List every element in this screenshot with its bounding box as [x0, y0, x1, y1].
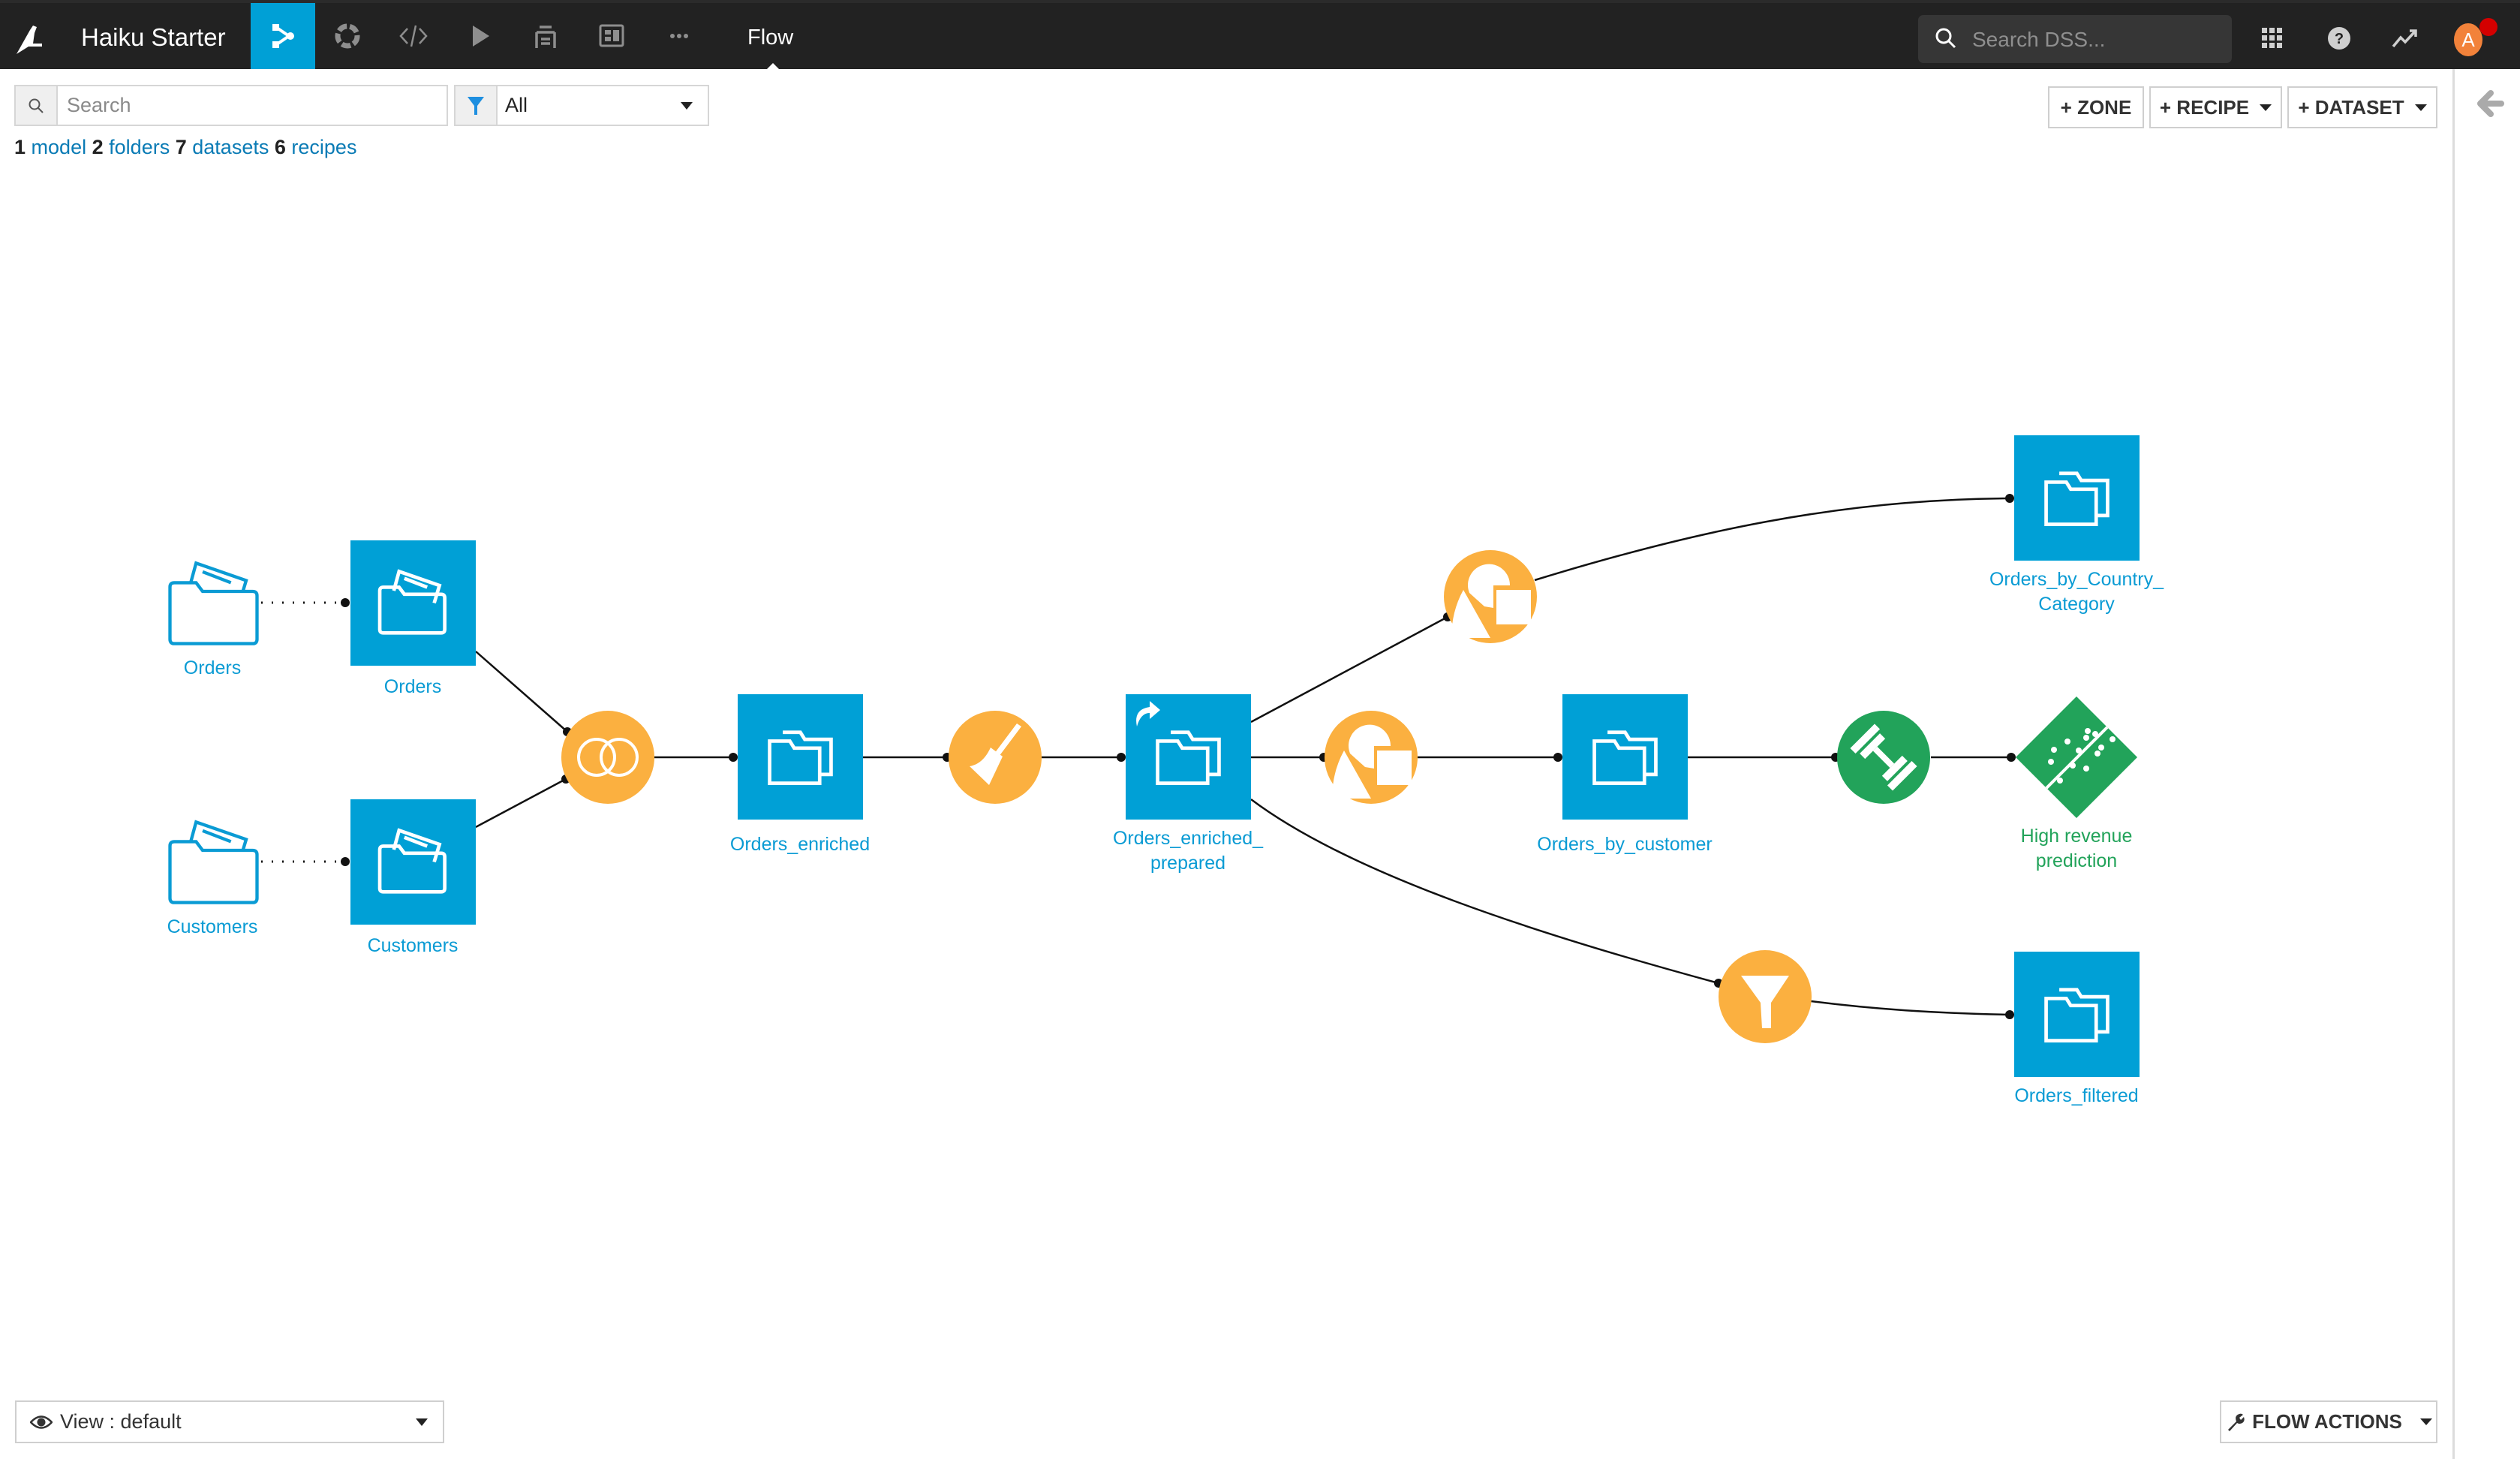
edge-filter-to-filtered [1810, 1000, 2010, 1016]
code-icon [399, 25, 428, 47]
dataset-label-orders-by-country-category[interactable]: Orders_by_Country_ Category [1956, 567, 2197, 617]
recipe-node-filter[interactable] [1719, 950, 1812, 1043]
edge-customers-to-join [475, 778, 567, 829]
nav-jobs[interactable] [447, 3, 512, 69]
lab-circle-icon [335, 23, 360, 49]
dataset-node-orders-by-country-category[interactable] [2014, 435, 2140, 561]
global-search[interactable] [1918, 15, 2232, 63]
apps-grid-button[interactable] [2255, 21, 2290, 56]
edge-prepared-to-group-country [1250, 615, 1448, 723]
help-icon: ? [2328, 27, 2350, 50]
dataset-label-orders[interactable]: Orders [293, 675, 533, 699]
more-icon [670, 34, 688, 38]
dataset-label-orders-by-customer[interactable]: Orders_by_customer [1505, 832, 1745, 857]
recipe-node-prepare[interactable] [949, 711, 1042, 804]
current-page-name: Flow [747, 26, 794, 50]
edge-group-country-to-country-category [1534, 497, 2010, 582]
chevron-down-icon [416, 1418, 428, 1426]
dataset-label-customers[interactable]: Customers [293, 934, 533, 958]
flow-actions-button[interactable]: FLOW ACTIONS [2220, 1400, 2437, 1443]
dashboard-icon [599, 24, 624, 47]
caret-down-icon [2419, 1418, 2432, 1425]
nav-dashboards[interactable] [579, 3, 644, 69]
model-node-high-revenue[interactable] [2016, 696, 2137, 818]
recipe-node-group-country[interactable] [1444, 550, 1537, 643]
nav-flow[interactable] [251, 3, 315, 69]
label-line: Orders_by_Country_ [1989, 569, 2164, 590]
model-label-high-revenue[interactable]: High revenue prediction [1956, 824, 2197, 874]
dataset-label-orders-filtered[interactable]: Orders_filtered [1956, 1084, 2197, 1109]
view-selector[interactable]: View : default [15, 1400, 444, 1443]
edge-prepared-to-filter [1250, 799, 1719, 985]
recipe-node-group-customer[interactable] [1325, 711, 1418, 804]
nav-more[interactable] [647, 3, 711, 69]
dataiku-bird-logo-icon[interactable] [14, 20, 51, 57]
activity-button[interactable] [2388, 21, 2422, 56]
recipe-node-train[interactable] [1837, 711, 1930, 804]
dataset-node-orders[interactable] [350, 540, 476, 666]
dataset-node-orders-enriched[interactable] [738, 694, 863, 820]
nav-code[interactable] [381, 3, 446, 69]
dataset-label-orders-enriched-prepared[interactable]: Orders_enriched_ prepared [1068, 826, 1308, 876]
view-selector-label: View : default [60, 1410, 182, 1433]
nav-wiki[interactable] [513, 3, 578, 69]
apps-grid-icon [2262, 28, 2282, 48]
folder-node-orders[interactable] [168, 561, 259, 645]
flow-actions-label: FLOW ACTIONS [2252, 1410, 2402, 1433]
right-side-panel [2452, 69, 2520, 1459]
label-line: prepared [1150, 853, 1226, 874]
recipe-node-join[interactable] [561, 711, 654, 804]
activity-icon [2392, 29, 2417, 48]
global-search-input[interactable] [1971, 23, 2221, 57]
play-icon [473, 26, 489, 47]
flow-canvas[interactable]: Orders Customers Orders Customers Orders… [0, 69, 2452, 1459]
label-line: Orders_enriched_ [1112, 828, 1264, 849]
project-title[interactable]: Haiku Starter [81, 21, 226, 54]
dataset-node-orders-filtered[interactable] [2014, 952, 2140, 1077]
dataset-node-customers[interactable] [350, 799, 476, 925]
user-avatar[interactable]: A [2454, 23, 2482, 56]
flow-graph [168, 435, 2140, 1077]
top-navigation-bar: Haiku Starter Flow Search DSS... ? A [0, 0, 2520, 70]
eye-icon [30, 1415, 53, 1429]
label-line: Category [2038, 594, 2115, 615]
label-line: High revenue [2020, 826, 2133, 847]
nav-lab[interactable] [315, 3, 380, 69]
dataset-label-orders-enriched[interactable]: Orders_enriched [680, 832, 920, 857]
dataset-node-orders-by-customer[interactable] [1562, 694, 1688, 820]
arrow-left-icon[interactable] [2476, 89, 2506, 119]
folder-node-customers[interactable] [168, 820, 259, 904]
label-line: prediction [2035, 850, 2118, 871]
flow-icon [272, 24, 294, 48]
stack-icon [535, 26, 556, 48]
help-button[interactable]: ? [2322, 21, 2356, 56]
svg-text:?: ? [2335, 31, 2344, 47]
dataset-node-orders-enriched-prepared[interactable] [1126, 694, 1251, 820]
wrench-icon [2228, 1413, 2245, 1431]
search-icon [1935, 28, 1956, 49]
notification-badge [2479, 18, 2497, 36]
